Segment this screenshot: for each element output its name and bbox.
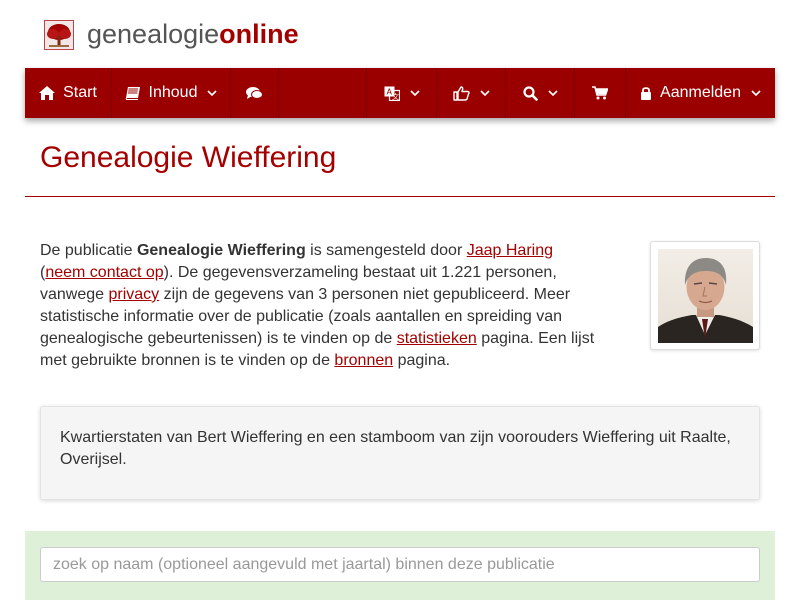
nav-contents[interactable]: Inhoud — [112, 68, 231, 118]
intro-text: pagina. — [393, 352, 451, 369]
site-header: genealogieonline — [0, 0, 800, 68]
nav-start-label: Start — [63, 84, 97, 101]
search-input[interactable] — [40, 547, 760, 582]
publication-description: Kwartierstaten van Bert Wieffering en ee… — [40, 406, 760, 500]
chevron-down-icon — [751, 89, 761, 97]
chevron-down-icon — [207, 89, 218, 97]
thumbs-up-icon — [452, 85, 470, 101]
privacy-link[interactable]: privacy — [109, 286, 160, 303]
title-divider — [25, 196, 775, 197]
publication-name: Genealogie Wieffering — [136, 242, 306, 259]
search-icon — [522, 85, 538, 101]
author-portrait[interactable] — [650, 241, 760, 350]
home-icon — [39, 86, 56, 100]
cart-icon — [592, 86, 608, 100]
nav-search[interactable] — [506, 68, 575, 118]
nav-start[interactable]: Start — [25, 68, 112, 118]
page-title: Genealogie Wieffering — [40, 141, 337, 174]
nav-login-label: Aanmelden — [660, 84, 741, 101]
chevron-down-icon — [547, 89, 558, 97]
lock-icon — [640, 86, 652, 100]
search-panel — [25, 531, 775, 600]
nav-language[interactable]: A文 — [367, 68, 437, 118]
site-logo[interactable]: genealogieonline — [87, 17, 299, 51]
contact-link[interactable]: neem contact op — [45, 264, 163, 281]
logo-text-part2: online — [219, 19, 299, 49]
chevron-down-icon — [479, 89, 490, 97]
navbar-spacer — [279, 68, 367, 118]
nav-shop[interactable] — [575, 68, 626, 118]
nav-forum[interactable] — [231, 68, 279, 118]
logo-text-part1: genealogie — [87, 19, 220, 49]
sources-link[interactable]: bronnen — [334, 352, 393, 369]
chevron-down-icon — [409, 89, 420, 97]
intro-text: De publicatie — [40, 242, 137, 259]
nav-login[interactable]: Aanmelden — [626, 68, 775, 118]
nav-contents-label: Inhoud — [148, 84, 198, 101]
tree-logo-icon[interactable] — [44, 20, 74, 50]
statistics-link[interactable]: statistieken — [397, 330, 477, 347]
main-navbar: Start Inhoud A文 Aanmelden — [25, 68, 775, 118]
svg-text:文: 文 — [392, 92, 399, 101]
publication-intro: De publicatie Genealogie Wieffering is s… — [40, 240, 620, 372]
language-icon: A文 — [384, 86, 400, 101]
portrait-image — [658, 249, 753, 343]
book-icon — [125, 86, 141, 100]
description-text: Kwartierstaten van Bert Wieffering en ee… — [60, 429, 731, 468]
nav-share[interactable] — [437, 68, 506, 118]
comments-icon — [246, 86, 263, 100]
intro-text: is samengesteld door — [305, 242, 467, 259]
author-link[interactable]: Jaap Haring — [467, 242, 553, 259]
